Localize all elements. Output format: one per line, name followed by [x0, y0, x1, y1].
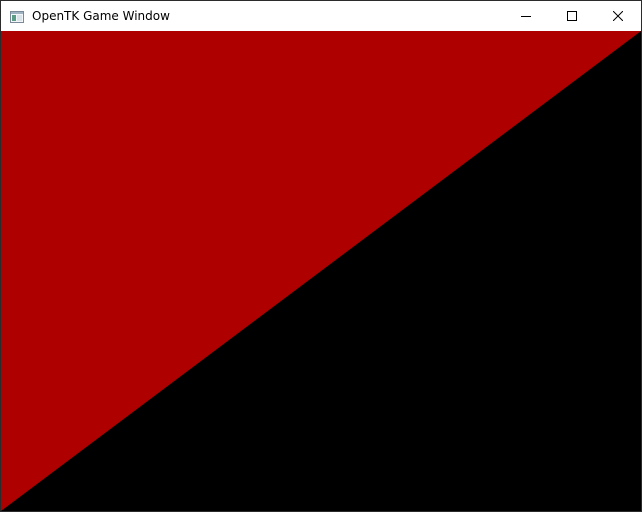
render-canvas[interactable] [1, 31, 641, 511]
scene-svg [1, 31, 641, 511]
window-title: OpenTK Game Window [32, 9, 170, 23]
opentk-window-icon[interactable] [10, 9, 24, 23]
minimize-icon [521, 16, 531, 17]
minimize-button[interactable] [503, 1, 549, 31]
title-bar[interactable]: OpenTK Game Window [1, 1, 641, 31]
maximize-icon [567, 11, 577, 21]
game-window: OpenTK Game Window [0, 0, 642, 512]
close-icon [613, 11, 623, 21]
maximize-button[interactable] [549, 1, 595, 31]
close-button[interactable] [595, 1, 641, 31]
